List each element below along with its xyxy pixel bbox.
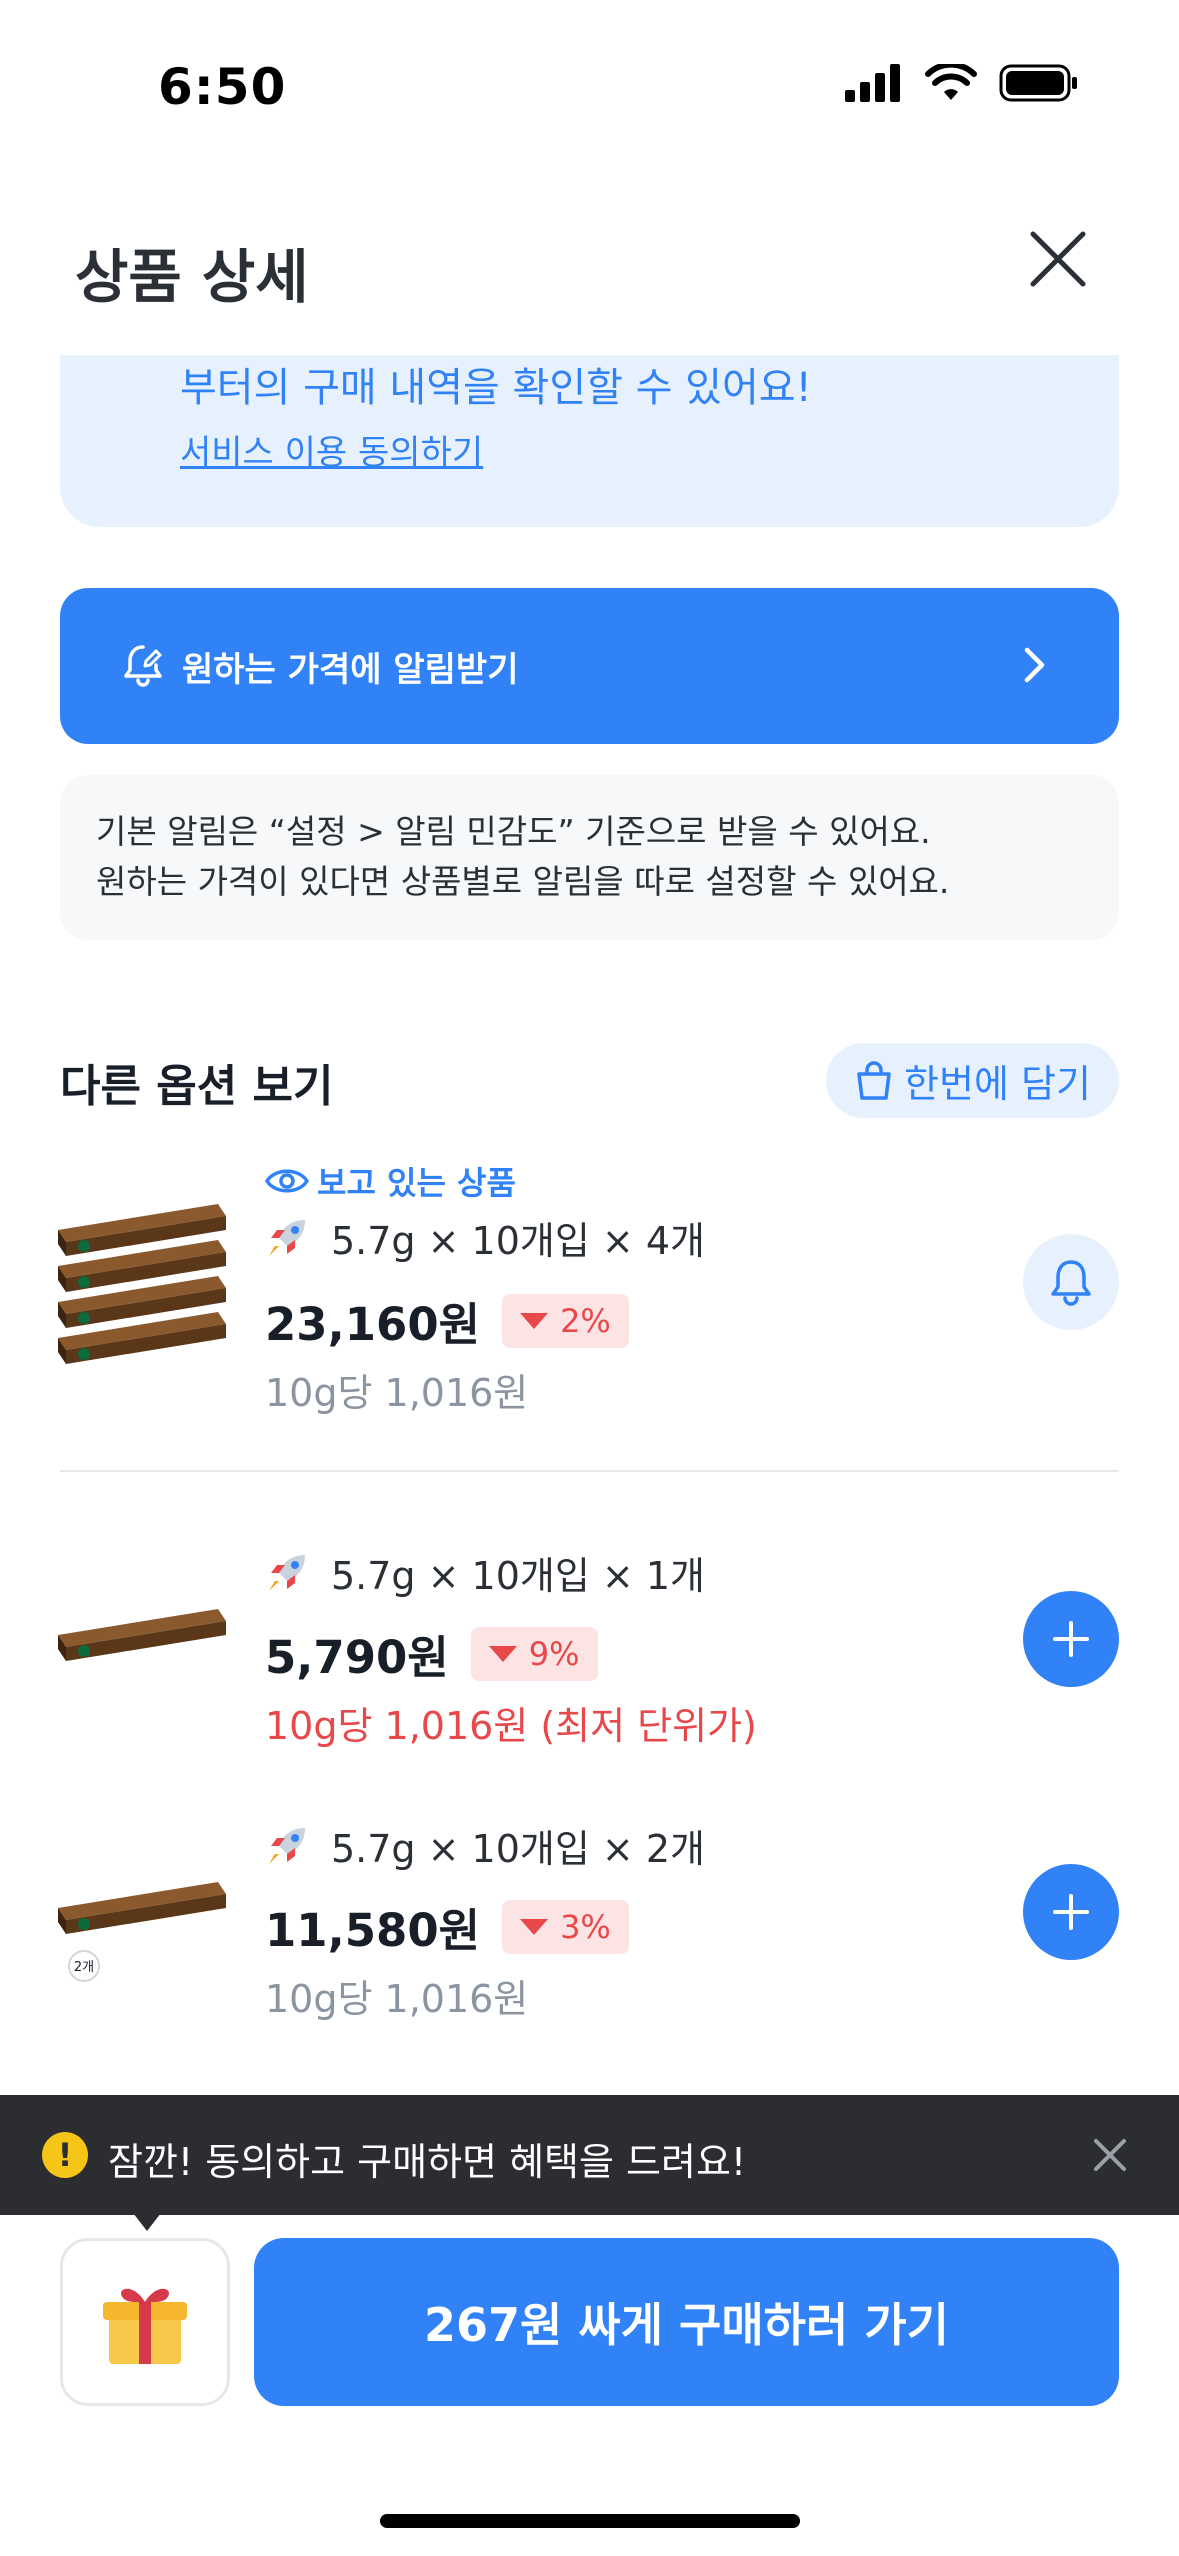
option-price: 11,580원: [265, 1904, 481, 1957]
alert-info-box: 기본 알림은 “설정 > 알림 민감도” 기준으로 받을 수 있어요. 원하는 …: [60, 775, 1119, 940]
plus-icon: [1053, 1894, 1089, 1930]
option-spec-text: 5.7g × 10개입 × 2개: [331, 1827, 705, 1871]
toast-close-icon[interactable]: [1090, 2135, 1130, 2175]
unit-price: 10g당 1,016원 (최저 단위가): [265, 1704, 757, 1748]
quantity-badge: 2개: [74, 1960, 94, 1975]
consent-link[interactable]: 서비스 이용 동의하기: [180, 425, 483, 474]
info-line-2: 원하는 가격이 있다면 상품별로 알림을 따로 설정할 수 있어요.: [96, 862, 950, 901]
price-drop-percent: 9%: [528, 1634, 580, 1673]
price-line: 11,580원 3%: [265, 1894, 629, 1959]
option-row[interactable]: 보고 있는 상품 5.7g × 10개입 × 4개 23,160원 2% 10g…: [0, 1150, 1179, 1450]
home-indicator: [380, 2514, 800, 2528]
shopping-bag-icon: [857, 1060, 891, 1100]
bell-icon: [1051, 1260, 1091, 1306]
price-drop-badge: 9%: [470, 1626, 598, 1681]
viewing-label-text: 보고 있는 상품: [317, 1164, 516, 1202]
battery-icon: [999, 64, 1077, 102]
option-row[interactable]: 5.7g × 10개입 × 1개 5,790원 9% 10g당 1,016원 (…: [0, 1535, 1179, 1775]
product-thumbnail: 2개: [58, 1882, 226, 1982]
gift-button[interactable]: [60, 2238, 230, 2406]
price-line: 5,790원 9%: [265, 1621, 598, 1686]
buy-cheaper-button[interactable]: 267원 싸게 구매하러 가기: [254, 2238, 1119, 2406]
unit-price: 10g당 1,016원: [265, 1977, 529, 2021]
close-button[interactable]: [1025, 226, 1091, 292]
gift-icon: [103, 2288, 187, 2364]
option-spec: 5.7g × 10개입 × 2개: [265, 1818, 705, 1873]
rocket-delivery-icon: [269, 1827, 305, 1864]
toast-text: 잠깐! 동의하고 구매하면 혜택을 드려요!: [108, 2140, 747, 2184]
info-line-1: 기본 알림은 “설정 > 알림 민감도” 기준으로 받을 수 있어요.: [96, 812, 931, 851]
chevron-right-icon: [1024, 647, 1045, 683]
rocket-delivery-icon: [269, 1219, 305, 1256]
benefit-toast: ! 잠깐! 동의하고 구매하면 혜택을 드려요!: [0, 2095, 1179, 2215]
bell-edit-icon: [124, 645, 162, 687]
consent-text: 부터의 구매 내역을 확인할 수 있어요!: [180, 365, 812, 411]
price-drop-badge: 2%: [502, 1293, 629, 1348]
close-icon: [1030, 231, 1086, 287]
option-row[interactable]: 2개 5.7g × 10개입 × 2개 11,580원 3% 10g당 1,01…: [0, 1808, 1179, 2048]
page-title: 상품 상세: [75, 243, 309, 311]
status-bar: 6:50: [0, 0, 1179, 150]
consent-card: 부터의 구매 내역을 확인할 수 있어요! 서비스 이용 동의하기: [60, 355, 1119, 527]
wifi-icon: [925, 64, 977, 100]
option-spec-text: 5.7g × 10개입 × 4개: [331, 1219, 705, 1263]
price-alert-button[interactable]: 원하는 가격에 알림받기: [60, 588, 1119, 744]
product-thumbnail: [58, 1204, 226, 1364]
option-spec: 5.7g × 10개입 × 4개: [265, 1210, 705, 1265]
status-icons: [845, 64, 1079, 102]
unit-price: 10g당 1,016원: [265, 1371, 529, 1415]
option-price: 23,160원: [265, 1298, 481, 1351]
down-triangle-icon: [520, 1918, 549, 1935]
add-all-label: 한번에 담기: [904, 1062, 1091, 1106]
header: 상품 상세: [0, 200, 1179, 350]
option-spec-text: 5.7g × 10개입 × 1개: [331, 1554, 705, 1598]
other-options-title: 다른 옵션 보기: [60, 1061, 334, 1112]
exclamation-icon: !: [42, 2132, 88, 2178]
price-line: 23,160원 2%: [265, 1288, 629, 1353]
down-triangle-icon: [488, 1645, 517, 1662]
add-all-button[interactable]: 한번에 담기: [826, 1043, 1119, 1118]
price-drop-badge: 3%: [502, 1899, 629, 1954]
plus-icon: [1053, 1621, 1089, 1657]
product-thumbnail: [58, 1609, 226, 1661]
add-option-button[interactable]: [1023, 1591, 1119, 1687]
option-spec: 5.7g × 10개입 × 1개: [265, 1545, 705, 1600]
price-alert-label: 원하는 가격에 알림받기: [182, 650, 519, 690]
cellular-signal-icon: [845, 64, 900, 102]
price-drop-percent: 3%: [560, 1907, 611, 1946]
rocket-delivery-icon: [269, 1554, 305, 1591]
buy-cheaper-label: 267원 싸게 구매하러 가기: [424, 2298, 949, 2352]
status-time: 6:50: [158, 58, 287, 116]
add-option-button[interactable]: [1023, 1864, 1119, 1960]
eye-icon: [265, 1169, 309, 1193]
divider: [60, 1470, 1119, 1472]
toast-tail: [133, 2213, 161, 2231]
price-drop-percent: 2%: [560, 1301, 611, 1340]
viewing-label: 보고 있는 상품: [265, 1158, 516, 1204]
down-triangle-icon: [520, 1312, 549, 1329]
price-alert-bell-button[interactable]: [1023, 1234, 1119, 1330]
option-price: 5,790원: [265, 1631, 449, 1684]
